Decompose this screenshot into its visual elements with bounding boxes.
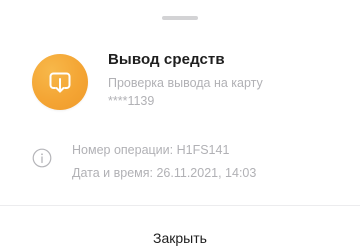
operation-datetime: Дата и время: 26.11.2021, 14:03: [72, 166, 257, 180]
operation-description: Проверка вывода на карту ****1139: [108, 76, 263, 108]
operation-number: Номер операции: H1FS141: [72, 143, 230, 157]
operation-title: Вывод средств: [108, 51, 225, 68]
drag-handle[interactable]: [162, 16, 198, 20]
withdraw-icon: [32, 54, 88, 110]
info-icon: [32, 148, 52, 173]
close-button[interactable]: Закрыть: [0, 206, 360, 246]
operation-details-sheet: Вывод средств Проверка вывода на карту *…: [0, 0, 360, 246]
